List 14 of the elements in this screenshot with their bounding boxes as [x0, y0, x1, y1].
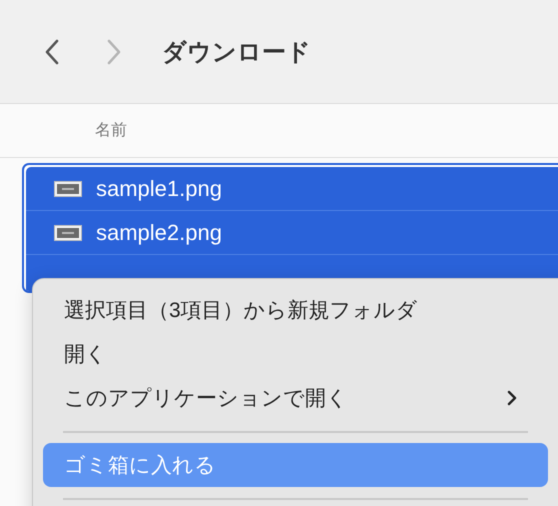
menu-item[interactable]: 開く — [43, 332, 548, 376]
back-button[interactable] — [44, 38, 60, 64]
chevron-right-icon — [507, 390, 517, 406]
window-title: ダウンロード — [162, 38, 311, 68]
menu-item[interactable]: ゴミ箱に入れる — [43, 443, 548, 487]
image-file-icon — [54, 180, 82, 196]
file-row[interactable]: sample2.png — [26, 211, 558, 255]
column-header[interactable]: 名前 — [95, 120, 127, 141]
image-file-icon — [54, 224, 82, 240]
menu-item[interactable]: このアプリケーションで開く — [43, 376, 548, 420]
file-name: sample2.png — [96, 220, 222, 246]
file-name: sample1.png — [96, 176, 222, 202]
file-row[interactable]: sample1.png — [26, 167, 558, 211]
menu-item[interactable]: 選択項目（3項目）から新規フォルダ — [43, 288, 548, 332]
